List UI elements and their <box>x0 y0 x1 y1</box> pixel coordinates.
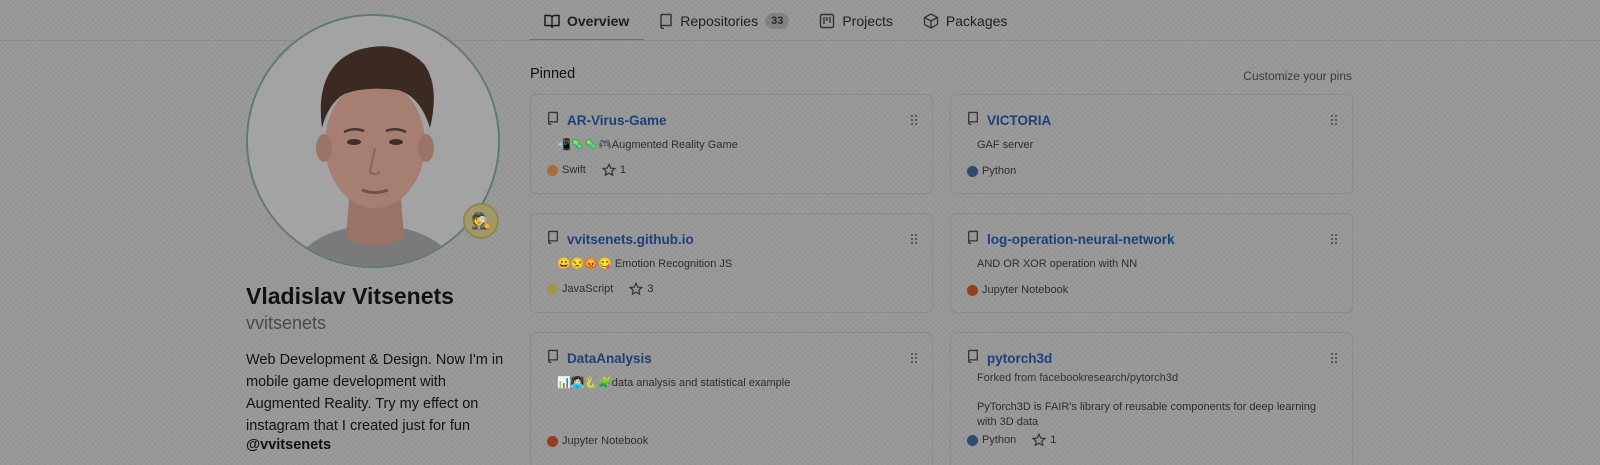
pinned-repo-card[interactable]: log-operation-neural-network AND OR XOR … <box>950 213 1353 313</box>
profile-tab-nav: Overview Repositories 33 Projects Packag… <box>529 0 1022 41</box>
language-color-dot <box>967 165 978 177</box>
pinned-repo-card[interactable]: vvitsenets.github.io 😀😒😡😋 Emotion Recogn… <box>530 213 933 313</box>
drag-handle-icon[interactable] <box>1330 351 1338 363</box>
repo-language: Jupyter Notebook <box>562 435 649 447</box>
repo-icon <box>547 349 559 368</box>
repo-language: Python <box>982 165 1017 177</box>
repo-name-link[interactable]: DataAnalysis <box>567 351 652 366</box>
repo-name-link[interactable]: AR-Virus-Game <box>567 113 667 128</box>
repo-name-link[interactable]: pytorch3d <box>987 351 1052 366</box>
tab-projects[interactable]: Projects <box>804 0 908 41</box>
star-icon <box>1032 433 1047 447</box>
language-color-dot <box>547 435 558 447</box>
language-color-dot <box>967 284 978 296</box>
book-icon <box>544 13 560 29</box>
tab-label: Packages <box>945 12 1008 29</box>
repo-icon <box>967 230 979 249</box>
repo-description: PyTorch3D is FAIR's library of reusable … <box>977 401 1316 428</box>
nav-divider <box>0 40 1600 41</box>
avatar[interactable] <box>246 14 500 268</box>
star-count: 1 <box>1050 434 1057 446</box>
tab-overview[interactable]: Overview <box>529 0 645 41</box>
repo-icon <box>547 230 559 249</box>
repo-icon <box>659 13 673 29</box>
repo-name-link[interactable]: vvitsenets.github.io <box>567 232 694 247</box>
repo-description: 😀😒😡😋 Emotion Recognition JS <box>557 258 733 270</box>
tab-label: Overview <box>567 12 630 29</box>
drag-handle-icon[interactable] <box>910 232 918 244</box>
repo-language: Swift <box>562 164 586 176</box>
stargazers-link[interactable]: 3 <box>629 282 653 296</box>
profile-username: vvitsenets <box>246 313 327 333</box>
repo-name-link[interactable]: log-operation-neural-network <box>987 232 1175 247</box>
language-color-dot <box>967 434 978 446</box>
profile-mention-link[interactable]: @vvitsenets <box>246 437 331 453</box>
repo-description: AND OR XOR operation with NN <box>977 258 1138 270</box>
star-count: 1 <box>619 164 626 176</box>
customize-pins-link[interactable]: Customize your pins <box>1243 69 1352 83</box>
star-icon <box>601 163 616 177</box>
detective-icon: 🕵 <box>471 213 491 230</box>
repo-icon <box>967 111 979 130</box>
tab-repositories[interactable]: Repositories 33 <box>644 0 804 41</box>
language-color-dot <box>547 164 558 176</box>
repo-language: Python <box>982 434 1017 446</box>
drag-handle-icon[interactable] <box>910 351 918 363</box>
star-icon <box>629 282 644 296</box>
repo-language: JavaScript <box>562 283 614 295</box>
repo-description: 📲🦠🦠🎮Augmented Reality Game <box>557 139 738 151</box>
repo-description: GAF server <box>977 139 1034 151</box>
status-emoji-badge[interactable]: 🕵 <box>463 203 499 239</box>
tab-label: Projects <box>842 12 893 29</box>
profile-fullname: Vladislav Vitsenets <box>246 283 454 309</box>
repo-language: Jupyter Notebook <box>982 284 1069 296</box>
drag-handle-icon[interactable] <box>1330 232 1338 244</box>
package-icon <box>923 12 939 29</box>
drag-handle-icon[interactable] <box>1330 113 1338 125</box>
tab-label: Repositories <box>680 12 759 29</box>
drag-handle-icon[interactable] <box>910 113 918 125</box>
pinned-repo-card[interactable]: VICTORIA GAF server Python <box>950 94 1353 194</box>
repo-name-link[interactable]: VICTORIA <box>987 113 1051 128</box>
tab-packages[interactable]: Packages <box>908 0 1022 41</box>
repo-icon <box>547 111 559 130</box>
pinned-heading: Pinned <box>530 66 576 82</box>
pinned-repo-card[interactable]: DataAnalysis 📊👩🏻‍💻🐍🧩data analysis and st… <box>530 332 933 465</box>
fork-source-link[interactable]: Forked from facebookresearch/pytorch3d <box>977 372 1336 384</box>
pinned-repo-card[interactable]: AR-Virus-Game 📲🦠🦠🎮Augmented Reality Game… <box>530 94 933 194</box>
repo-count-badge: 33 <box>765 12 790 29</box>
star-count: 3 <box>647 283 654 295</box>
stargazers-link[interactable]: 1 <box>601 163 626 177</box>
pinned-repo-card[interactable]: pytorch3d Forked from facebookresearch/p… <box>950 332 1353 465</box>
project-icon <box>819 13 835 29</box>
stargazers-link[interactable]: 1 <box>1032 433 1056 447</box>
repo-icon <box>967 349 979 368</box>
language-color-dot <box>547 283 558 295</box>
repo-description: 📊👩🏻‍💻🐍🧩data analysis and statistical exa… <box>557 377 791 389</box>
profile-bio: Web Development & Design. Now I'm in mob… <box>246 352 504 434</box>
